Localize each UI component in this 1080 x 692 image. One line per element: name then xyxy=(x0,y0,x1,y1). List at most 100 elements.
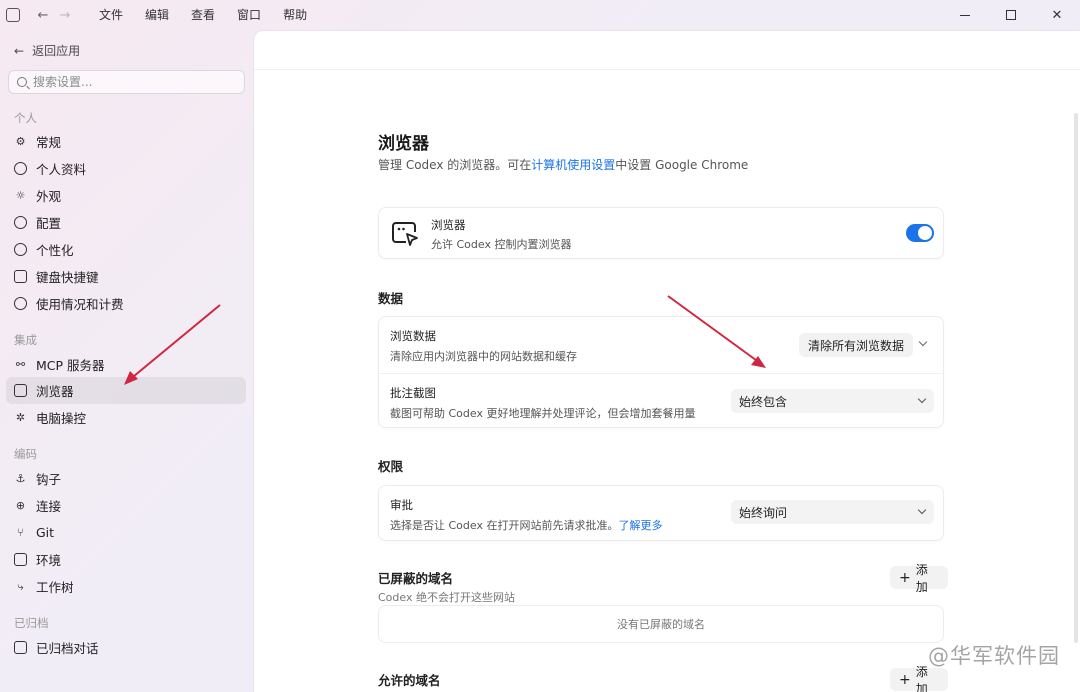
close-icon: ✕ xyxy=(1051,7,1063,23)
sidebar-item-usage[interactable]: 使用情况和计费 xyxy=(6,290,246,317)
screenshot-include-select[interactable]: 始终包含 xyxy=(731,389,934,413)
subtitle-text-end: 中设置 Google Chrome xyxy=(615,158,749,172)
sidebar-item-label: 键盘快捷键 xyxy=(36,270,99,285)
annotated-screenshots-title: 批注截图 xyxy=(390,386,436,400)
menu-window[interactable]: 窗口 xyxy=(226,0,272,30)
sidebar-item-label: 工作树 xyxy=(36,580,74,595)
annotated-screenshots-desc: 截图可帮助 Codex 更好地理解并处理评论，但会增加套餐用量 xyxy=(390,407,696,420)
forward-arrow-icon[interactable]: → xyxy=(56,8,74,23)
sidebar-item-browser[interactable]: 浏览器 xyxy=(6,377,246,404)
browser-enable-toggle[interactable] xyxy=(906,224,934,242)
section-archived: 已归档 xyxy=(14,616,49,630)
allowed-domains-heading: 允许的域名 xyxy=(378,673,441,688)
page-title: 浏览器 xyxy=(378,134,429,154)
window-controls: ✕ xyxy=(942,0,1080,30)
select-value: 始终包含 xyxy=(739,394,788,409)
permissions-card: 审批 选择是否让 Codex 在打开网站前先请求批准。了解更多 始终询问 xyxy=(378,485,944,541)
blocked-domains-desc: Codex 绝不会打开这些网站 xyxy=(378,591,515,604)
browse-data-desc: 清除应用内浏览器中的网站数据和缓存 xyxy=(390,350,577,363)
sidebar-item-profile[interactable]: 个人资料 xyxy=(6,155,246,182)
mcp-icon: ⚯ xyxy=(15,358,26,371)
sidebar-item-label: MCP 服务器 xyxy=(36,358,105,373)
personalize-icon xyxy=(14,243,27,256)
gauge-icon xyxy=(14,297,27,310)
sidebar-item-config[interactable]: 配置 xyxy=(6,209,246,236)
menu-view[interactable]: 查看 xyxy=(180,0,226,30)
minimize-button[interactable] xyxy=(942,0,988,30)
monitor-icon xyxy=(14,553,27,566)
cursor-click-icon: ✲ xyxy=(15,411,26,424)
archive-icon xyxy=(14,641,27,654)
sidebar-item-archived-chats[interactable]: 已归档对话 xyxy=(6,634,246,661)
learn-more-link[interactable]: 了解更多 xyxy=(618,519,662,532)
menu-help[interactable]: 帮助 xyxy=(272,0,318,30)
maximize-button[interactable] xyxy=(988,0,1034,30)
settings-search[interactable] xyxy=(8,70,245,94)
sidebar-toggle-icon[interactable] xyxy=(6,8,20,22)
plus-icon: + xyxy=(899,569,911,586)
sidebar-item-label: 外观 xyxy=(36,189,62,204)
sidebar-item-mcp[interactable]: ⚯ MCP 服务器 xyxy=(6,351,246,378)
sidebar-item-label: 连接 xyxy=(36,499,62,514)
computer-use-settings-link[interactable]: 计算机使用设置 xyxy=(531,158,615,172)
subtitle-text: 管理 Codex 的浏览器。可在 xyxy=(378,158,532,172)
close-button[interactable]: ✕ xyxy=(1034,0,1080,30)
sidebar-item-connections[interactable]: ⊕ 连接 xyxy=(6,492,246,519)
sidebar-item-shortcuts[interactable]: 键盘快捷键 xyxy=(6,263,246,290)
git-branch-icon: ⑂ xyxy=(17,526,24,539)
sidebar-item-label: 使用情况和计费 xyxy=(36,297,124,312)
approval-desc-text: 选择是否让 Codex 在打开网站前先请求批准。 xyxy=(390,519,619,532)
sidebar-item-label: 配置 xyxy=(36,216,62,231)
chevron-down-icon xyxy=(917,394,927,404)
back-to-app-link[interactable]: ← 返回应用 xyxy=(14,42,80,59)
browser-toggle-card: 浏览器 允许 Codex 控制内置浏览器 xyxy=(378,207,944,259)
menu-edit[interactable]: 编辑 xyxy=(134,0,180,30)
watermark: @华军软件园 xyxy=(928,644,1060,668)
clear-browsing-data-button[interactable]: 清除所有浏览数据 xyxy=(799,333,914,357)
search-input[interactable] xyxy=(33,75,233,89)
scrollbar[interactable] xyxy=(1074,113,1078,643)
data-section-heading: 数据 xyxy=(378,291,404,306)
browser-cursor-icon xyxy=(392,222,418,246)
sidebar-item-env[interactable]: 环境 xyxy=(6,546,246,573)
blocked-domains-heading: 已屏蔽的域名 xyxy=(378,571,454,586)
back-arrow-icon[interactable]: ← xyxy=(34,8,52,23)
section-coding: 编码 xyxy=(14,447,37,461)
section-personal: 个人 xyxy=(14,111,37,125)
sidebar-item-appearance[interactable]: ☼ 外观 xyxy=(6,182,246,209)
keyboard-icon xyxy=(14,270,27,283)
browser-card-desc: 允许 Codex 控制内置浏览器 xyxy=(431,238,572,251)
browse-data-row: 浏览数据 清除应用内浏览器中的网站数据和缓存 清除所有浏览数据 xyxy=(379,317,943,373)
sidebar-item-label: 钩子 xyxy=(36,472,62,487)
add-blocked-domain-button[interactable]: + 添加 xyxy=(890,563,948,594)
sidebar-item-general[interactable]: ⚙ 常规 xyxy=(6,128,246,155)
menu-file[interactable]: 文件 xyxy=(88,0,134,30)
permissions-section-heading: 权限 xyxy=(378,459,404,474)
sidebar-item-label: 已归档对话 xyxy=(36,641,99,656)
title-bar: ← → 文件 编辑 查看 窗口 帮助 ✕ xyxy=(0,0,1080,30)
globe-icon: ⊕ xyxy=(15,499,26,512)
data-settings-card: 浏览数据 清除应用内浏览器中的网站数据和缓存 清除所有浏览数据 批注截图 截图可… xyxy=(378,316,944,428)
add-allowed-domain-button[interactable]: + 添加 xyxy=(890,665,948,692)
approval-title: 审批 xyxy=(390,498,413,512)
sidebar-item-label: 浏览器 xyxy=(36,384,74,399)
plus-icon: + xyxy=(899,671,911,688)
sidebar-item-label: 电脑操控 xyxy=(36,411,87,426)
sidebar-item-git[interactable]: ⑂ Git xyxy=(6,519,246,546)
approval-desc: 选择是否让 Codex 在打开网站前先请求批准。了解更多 xyxy=(390,517,662,533)
back-arrow-icon: ← xyxy=(14,43,25,58)
anchor-icon: ⚓ xyxy=(15,472,26,485)
add-label: 添加 xyxy=(915,562,928,594)
approval-select[interactable]: 始终询问 xyxy=(731,500,934,524)
sidebar-item-personalize[interactable]: 个性化 xyxy=(6,236,246,263)
annotated-screenshots-row: 批注截图 截图可帮助 Codex 更好地理解并处理评论，但会增加套餐用量 始终包… xyxy=(379,373,943,429)
settings-sidebar: ← 返回应用 个人 ⚙ 常规 个人资料 ☼ 外观 配置 个性化 xyxy=(0,30,252,692)
sidebar-item-computer-control[interactable]: ✲ 电脑操控 xyxy=(6,404,246,431)
sun-icon: ☼ xyxy=(15,189,26,202)
browse-data-title: 浏览数据 xyxy=(390,329,436,343)
sidebar-item-hooks[interactable]: ⚓ 钩子 xyxy=(6,465,246,492)
browser-card-title: 浏览器 xyxy=(431,218,466,232)
sidebar-item-worktree[interactable]: ⤷ 工作树 xyxy=(6,573,246,600)
user-icon xyxy=(14,162,27,175)
chevron-down-icon[interactable] xyxy=(918,337,928,347)
